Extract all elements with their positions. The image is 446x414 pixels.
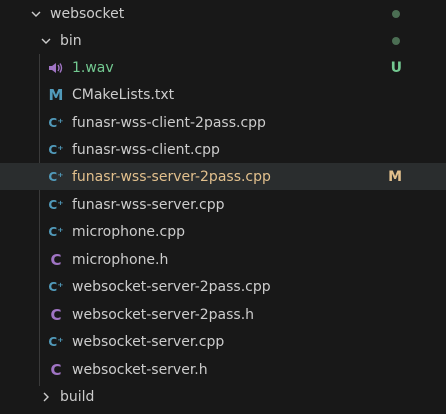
tree-file-ws-server-h[interactable]: C websocket-server.h <box>0 356 446 383</box>
cpp-file-icon: C⁺ <box>48 197 64 212</box>
file-label: funasr-wss-client.cpp <box>72 141 220 158</box>
tree-file-wav[interactable]: 1.wav U <box>0 54 446 81</box>
c-header-file-icon: C <box>50 305 62 324</box>
file-label: funasr-wss-client-2pass.cpp <box>72 114 266 131</box>
cpp-file-icon: C⁺ <box>48 224 64 239</box>
folder-label: build <box>60 388 95 405</box>
tree-file-cmakelists[interactable]: M CMakeLists.txt <box>0 81 446 108</box>
c-header-file-icon: C <box>50 360 62 379</box>
file-label: funasr-wss-server-2pass.cpp <box>72 168 271 185</box>
folder-status-dot <box>392 36 400 45</box>
file-label: CMakeLists.txt <box>72 86 175 103</box>
cmake-file-icon: M <box>48 85 64 104</box>
folder-status-dot <box>392 9 400 18</box>
tree-file-client-cpp[interactable]: C⁺ funasr-wss-client.cpp <box>0 136 446 163</box>
tree-folder-websocket[interactable]: websocket <box>0 0 446 27</box>
cpp-file-icon: C⁺ <box>48 169 64 184</box>
tree-file-server-cpp[interactable]: C⁺ funasr-wss-server.cpp <box>0 191 446 218</box>
tree-folder-build[interactable]: build <box>0 383 446 410</box>
file-explorer: websocket bin 1.wav U M CMakeLists.txt C… <box>0 0 446 414</box>
cpp-file-icon: C⁺ <box>48 279 64 294</box>
file-label: websocket-server.cpp <box>72 333 225 350</box>
file-label: microphone.cpp <box>72 223 185 240</box>
tree-file-client-2pass-cpp[interactable]: C⁺ funasr-wss-client-2pass.cpp <box>0 109 446 136</box>
tree-file-microphone-cpp[interactable]: C⁺ microphone.cpp <box>0 218 446 245</box>
file-label: funasr-wss-server.cpp <box>72 196 225 213</box>
tree-file-microphone-h[interactable]: C microphone.h <box>0 246 446 273</box>
c-header-file-icon: C <box>50 250 62 269</box>
chevron-down-icon <box>28 6 44 22</box>
git-status-badge: U <box>390 59 402 76</box>
cpp-file-icon: C⁺ <box>48 115 64 130</box>
file-label: websocket-server-2pass.h <box>72 306 255 323</box>
tree-folder-bin[interactable]: bin <box>0 27 446 54</box>
git-status-badge: M <box>388 168 402 185</box>
tree-file-ws-server-2pass-h[interactable]: C websocket-server-2pass.h <box>0 301 446 328</box>
file-label: microphone.h <box>72 251 169 268</box>
chevron-down-icon <box>38 33 54 49</box>
tree-file-server-2pass-cpp[interactable]: C⁺ funasr-wss-server-2pass.cpp M <box>0 163 446 190</box>
file-label: 1.wav <box>72 59 114 76</box>
chevron-right-icon <box>38 389 54 405</box>
tree-file-ws-server-cpp[interactable]: C⁺ websocket-server.cpp <box>0 328 446 355</box>
cpp-file-icon: C⁺ <box>48 334 64 349</box>
cpp-file-icon: C⁺ <box>48 142 64 157</box>
audio-file-icon <box>48 60 64 76</box>
file-label: websocket-server.h <box>72 361 208 378</box>
file-label: websocket-server-2pass.cpp <box>72 278 271 295</box>
tree-file-ws-server-2pass-cpp[interactable]: C⁺ websocket-server-2pass.cpp <box>0 273 446 300</box>
folder-label: bin <box>60 32 82 49</box>
folder-label: websocket <box>50 5 125 22</box>
